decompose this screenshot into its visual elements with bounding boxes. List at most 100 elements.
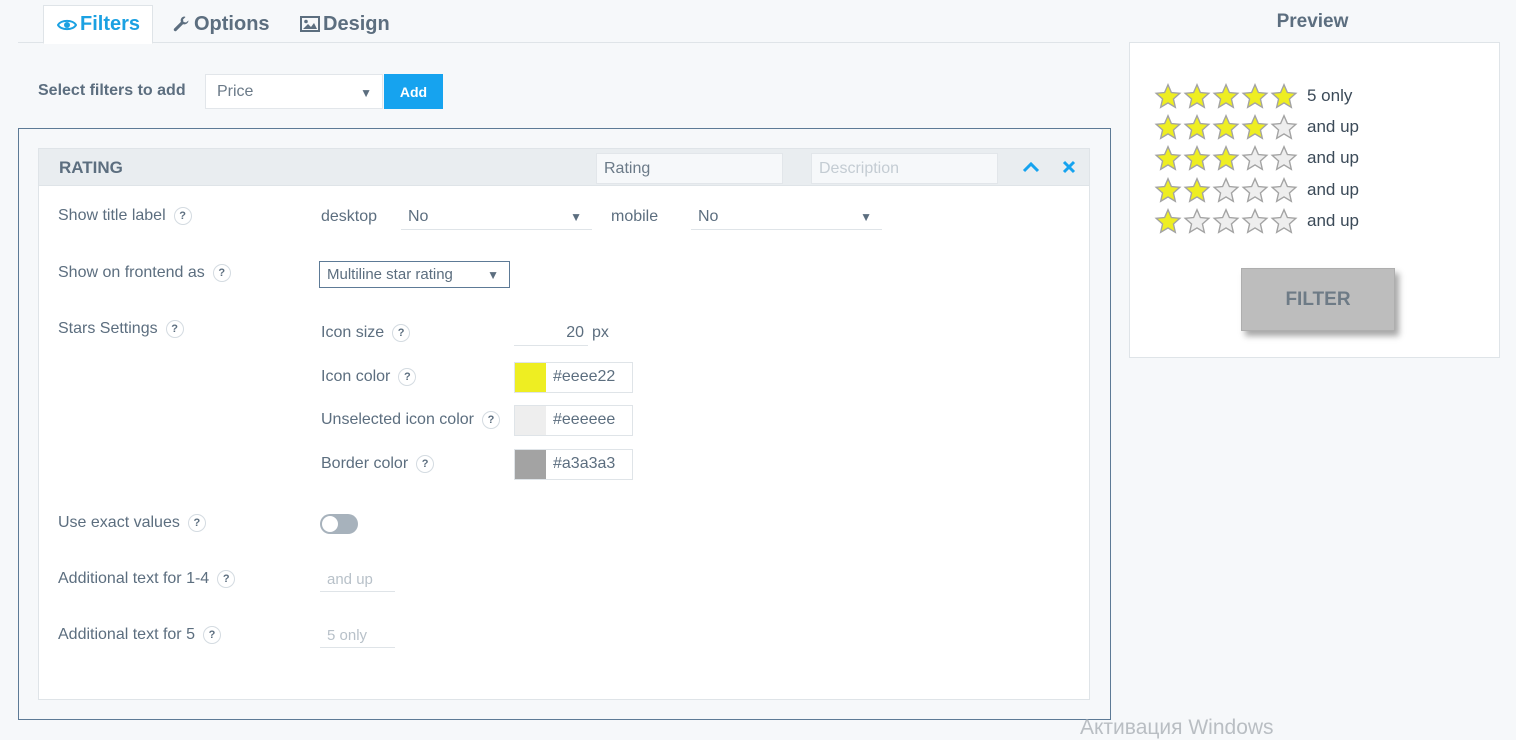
filter-title-input[interactable]: Rating — [596, 153, 783, 184]
use-exact-values-row: Use exact values ? — [58, 514, 206, 532]
filter-type-select[interactable]: Price ▼ — [205, 74, 383, 109]
rating-option-4[interactable]: and up — [1154, 113, 1359, 141]
star-filled-icon — [1183, 83, 1211, 109]
star-filled-icon — [1154, 208, 1182, 234]
star-filled-icon — [1212, 83, 1240, 109]
toggle-knob — [322, 516, 338, 532]
border-color-label: Border color — [321, 455, 409, 472]
help-icon[interactable]: ? — [398, 368, 417, 386]
rating-option-2[interactable]: and up — [1154, 176, 1359, 204]
select-filters-label: Select filters to add — [38, 82, 186, 99]
help-icon[interactable]: ? — [416, 455, 435, 473]
rating-option-text: 5 only — [1307, 86, 1353, 105]
tab-label: Design — [323, 12, 390, 35]
unselected-color-picker[interactable]: #eeeeee — [514, 405, 633, 436]
border-color-picker[interactable]: #a3a3a3 — [514, 449, 633, 480]
help-icon[interactable]: ? — [217, 570, 236, 588]
stars-group — [1154, 83, 1299, 109]
star-filled-icon — [1270, 83, 1298, 109]
star-filled-icon — [1212, 145, 1240, 171]
use-exact-values-label: Use exact values — [58, 514, 180, 531]
unselected-color-row: Unselected icon color ? — [321, 411, 500, 429]
tab-label: Options — [194, 12, 270, 35]
mobile-title-select[interactable]: No ▼ — [691, 204, 882, 230]
frontend-display-select[interactable]: Multiline star rating ▼ — [319, 261, 510, 288]
icon-size-input[interactable]: 20 — [514, 321, 588, 346]
stars-group — [1154, 177, 1299, 203]
icon-color-label: Icon color — [321, 368, 391, 385]
filter-button[interactable]: FILTER — [1241, 268, 1395, 331]
desktop-title-select[interactable]: No ▼ — [401, 204, 592, 230]
icon-color-picker[interactable]: #eeee22 — [514, 362, 633, 393]
star-filled-icon — [1183, 177, 1211, 203]
filter-type-value: Price — [217, 83, 254, 100]
stars-group — [1154, 114, 1299, 140]
frontend-display-value: Multiline star rating — [327, 266, 453, 283]
star-filled-icon — [1183, 114, 1211, 140]
rating-option-text: and up — [1307, 211, 1359, 230]
star-empty-icon — [1212, 177, 1240, 203]
use-exact-values-toggle[interactable] — [320, 514, 358, 534]
show-title-label-label: Show title label — [58, 207, 166, 224]
icon-color-row: Icon color ? — [321, 368, 417, 386]
filter-description-input[interactable]: Description — [811, 153, 998, 184]
star-empty-icon — [1270, 177, 1298, 203]
caret-down-icon: ▼ — [570, 210, 582, 224]
star-filled-icon — [1183, 145, 1211, 171]
add-filter-button[interactable]: Add — [384, 74, 443, 109]
rating-option-text: and up — [1307, 148, 1359, 167]
border-color-row: Border color ? — [321, 455, 435, 473]
caret-down-icon: ▼ — [860, 210, 872, 224]
help-icon[interactable]: ? — [187, 514, 206, 532]
tab-filters[interactable]: Filters — [43, 5, 154, 44]
help-icon[interactable]: ? — [173, 207, 192, 225]
mobile-title-value: No — [698, 208, 719, 225]
rating-option-3[interactable]: and up — [1154, 144, 1359, 172]
close-icon[interactable] — [1059, 157, 1079, 177]
star-filled-icon — [1154, 145, 1182, 171]
tab-design[interactable]: Design — [299, 5, 390, 43]
help-icon[interactable]: ? — [202, 626, 221, 644]
caret-down-icon: ▼ — [360, 86, 372, 100]
icon-size-label: Icon size — [321, 324, 385, 341]
caret-down-icon: ▼ — [487, 268, 499, 282]
star-empty-icon — [1241, 177, 1269, 203]
star-empty-icon — [1270, 114, 1298, 140]
rating-option-text: and up — [1307, 117, 1359, 136]
stars-group — [1154, 145, 1299, 171]
desktop-label: desktop — [321, 208, 378, 225]
star-empty-icon — [1241, 208, 1269, 234]
stars-settings-row: Stars Settings ? — [58, 320, 184, 338]
rating-option-5[interactable]: 5 only — [1154, 82, 1352, 110]
stars-settings-label: Stars Settings — [58, 320, 158, 337]
star-empty-icon — [1212, 208, 1240, 234]
star-empty-icon — [1270, 208, 1298, 234]
unselected-color-label: Unselected icon color — [321, 411, 474, 428]
rating-option-text: and up — [1307, 180, 1359, 199]
rating-filter-heading: RATING — [59, 158, 123, 177]
tab-bar: Filters Options Design — [18, 0, 1110, 44]
mobile-label: mobile — [611, 208, 659, 225]
tab-options[interactable]: Options — [170, 5, 270, 43]
help-icon[interactable]: ? — [481, 411, 500, 429]
star-empty-icon — [1241, 145, 1269, 171]
icon-color-swatch[interactable] — [515, 363, 546, 392]
stars-group — [1154, 208, 1299, 234]
help-icon[interactable]: ? — [212, 264, 231, 282]
rating-option-1[interactable]: and up — [1154, 207, 1359, 235]
additional-text-5-row: Additional text for 5 ? — [58, 626, 221, 644]
unselected-color-swatch[interactable] — [515, 406, 546, 435]
additional-text-5-input[interactable]: 5 only — [320, 623, 395, 648]
icon-size-unit: px — [592, 324, 609, 341]
help-icon[interactable]: ? — [392, 324, 411, 342]
collapse-icon[interactable] — [1021, 157, 1041, 177]
border-color-swatch[interactable] — [515, 450, 546, 479]
star-empty-icon — [1270, 145, 1298, 171]
preview-title: Preview — [1276, 11, 1349, 32]
additional-text-1-4-input[interactable]: and up — [320, 567, 395, 592]
desktop-title-value: No — [408, 208, 429, 225]
show-on-frontend-label: Show on frontend as — [58, 264, 205, 281]
star-empty-icon — [1183, 208, 1211, 234]
star-filled-icon — [1154, 114, 1182, 140]
help-icon[interactable]: ? — [165, 320, 184, 338]
